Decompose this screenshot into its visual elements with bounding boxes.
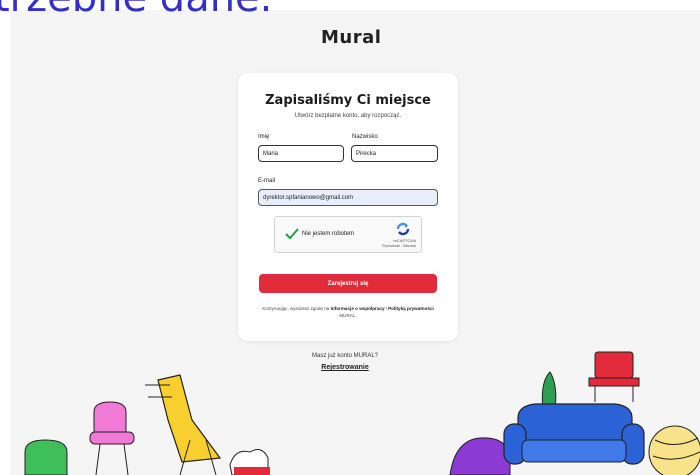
signup-title: Zapisaliśmy Ci miejsce [265, 93, 431, 108]
recaptcha-icon [396, 222, 410, 236]
register-button[interactable]: Zarejestruj się [259, 274, 437, 293]
terms-link[interactable]: Informacje o współpracy [331, 306, 385, 311]
email-label: E-mail [258, 178, 276, 184]
consent-suffix: MURAL. [339, 313, 357, 319]
logo-text: Mural [321, 26, 382, 48]
privacy-link[interactable]: Polityką prywatności [388, 306, 434, 311]
overlay-caption: trzebne dane. [0, 0, 272, 18]
recaptcha-widget[interactable]: Nie jestem robotem reCAPTCHA Prywatność … [274, 216, 422, 253]
check-icon[interactable] [285, 227, 299, 241]
consent-prefix: Kontynuując, wyrażasz zgodę na [262, 306, 330, 311]
first-name-label: Imię [258, 134, 270, 140]
consent-text: Kontynuując, wyrażasz zgodę na Informacj… [258, 305, 438, 320]
mural-logo: Mural [321, 26, 382, 48]
recaptcha-label: Nie jestem robotem [302, 231, 355, 237]
last-name-field[interactable]: Pirecka [351, 145, 438, 162]
first-name-field[interactable]: Maria [258, 145, 344, 162]
recaptcha-links[interactable]: Prywatność - Warunki [382, 244, 416, 248]
signup-card: Zapisaliśmy Ci miejsce Utwórz bezpłatne … [238, 73, 458, 341]
furniture-illustration [24, 351, 700, 475]
last-name-label: Nazwisko [352, 134, 378, 140]
email-field[interactable]: dyrektor.spfanianowo@gmail.com [258, 189, 438, 206]
signup-subtitle: Utwórz bezpłatne konto, aby rozpocząć. [294, 113, 402, 119]
right-furniture [449, 351, 700, 475]
left-furniture [24, 374, 270, 475]
recaptcha-brand: reCAPTCHA [393, 238, 416, 243]
